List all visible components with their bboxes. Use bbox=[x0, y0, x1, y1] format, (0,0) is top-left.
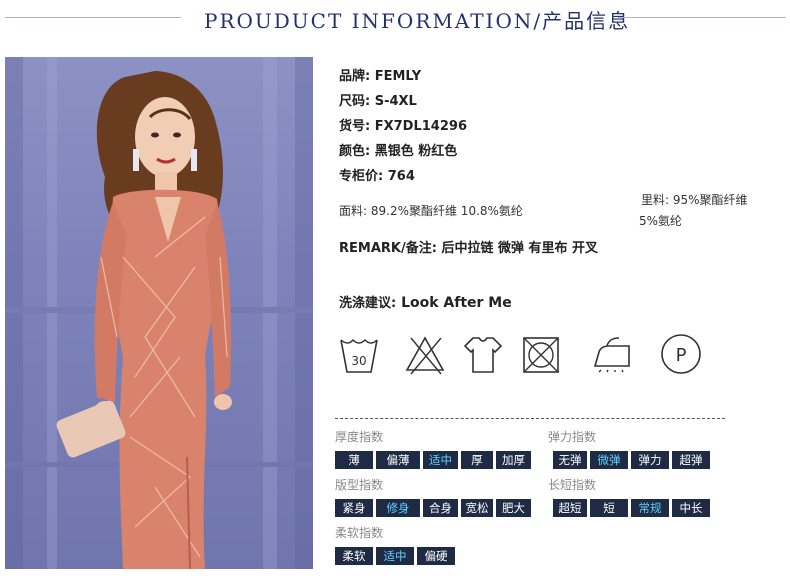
size-row: 尺码: S-4XL bbox=[339, 90, 417, 109]
remark-label: REMARK/备注: bbox=[339, 241, 437, 256]
fit-title: 版型指数 bbox=[335, 478, 384, 492]
index-chip: 宽松 bbox=[461, 499, 493, 517]
index-chip: 弹力 bbox=[631, 451, 669, 469]
price-value: 764 bbox=[387, 169, 415, 184]
index-chip: 短 bbox=[590, 499, 628, 517]
index-chip: 偏薄 bbox=[376, 451, 420, 469]
section-header: PROUDUCT INFORMATION/产品信息 bbox=[0, 0, 790, 38]
fabric-label: 面料: bbox=[339, 204, 368, 218]
wash-30-icon: 30 bbox=[340, 338, 378, 373]
no-dry-icon bbox=[523, 337, 559, 373]
index-chip: 微弹 bbox=[590, 451, 628, 469]
wash-value: Look After Me bbox=[401, 295, 512, 311]
index-chip: 中长 bbox=[672, 499, 710, 517]
header-rule-right bbox=[618, 17, 786, 18]
index-chip: 加厚 bbox=[496, 451, 531, 469]
index-chip: 常规 bbox=[631, 499, 669, 517]
fabric-value: 89.2%聚酯纤维 10.8%氨纶 bbox=[370, 204, 523, 218]
price-row: 专柜价: 764 bbox=[339, 165, 415, 184]
index-chip: 适中 bbox=[423, 451, 458, 469]
lining-row-2: 5%氨纶 bbox=[639, 212, 682, 229]
no-bleach-icon bbox=[405, 336, 445, 375]
index-chip: 无弹 bbox=[553, 451, 587, 469]
thickness-chips: 薄偏薄 适中厚加厚 bbox=[335, 451, 531, 469]
no-tumble-dry-icon bbox=[463, 337, 503, 373]
index-chip: 柔软 bbox=[335, 547, 373, 565]
professional-clean-p-icon: P bbox=[661, 334, 701, 374]
index-chip: 厚 bbox=[461, 451, 493, 469]
softness-title: 柔软指数 bbox=[335, 526, 384, 540]
index-chip: 偏硬 bbox=[417, 547, 455, 565]
index-chip: 超短 bbox=[553, 499, 587, 517]
index-chip: 合身 bbox=[423, 499, 458, 517]
wash-temp: 30 bbox=[351, 354, 366, 368]
fit-chips: 紧身 修身 合身 宽松 肥大 bbox=[335, 499, 531, 517]
index-chip: 适中 bbox=[376, 547, 414, 565]
section-title: PROUDUCT INFORMATION/产品信息 bbox=[204, 9, 631, 33]
sku-row: 货号: FX7DL14296 bbox=[339, 115, 467, 134]
brand-value: FEMLY bbox=[374, 69, 422, 84]
length-chips: 超短短常规 中长 bbox=[553, 499, 710, 517]
color-value: 黑银色 粉红色 bbox=[374, 144, 458, 159]
index-chip: 超弹 bbox=[672, 451, 710, 469]
sku-label: 货号: bbox=[339, 119, 371, 134]
wash-row: 洗涤建议: Look After Me bbox=[339, 292, 512, 311]
elasticity-title: 弹力指数 bbox=[548, 430, 597, 444]
softness-chips: 柔软 适中 偏硬 bbox=[335, 547, 455, 565]
index-chip: 薄 bbox=[335, 451, 373, 469]
index-chip: 修身 bbox=[376, 499, 420, 517]
size-value: S-4XL bbox=[374, 94, 417, 109]
index-chip: 肥大 bbox=[496, 499, 531, 517]
product-photo bbox=[5, 57, 313, 569]
remark-value: 后中拉链 微弹 有里布 开叉 bbox=[441, 241, 599, 256]
care-icons: 30 P bbox=[339, 332, 719, 380]
lining-value-2: 5%氨纶 bbox=[639, 214, 683, 228]
lining-value-1: 95%聚酯纤维 bbox=[672, 193, 748, 207]
brand-row: 品牌: FEMLY bbox=[339, 65, 421, 84]
wash-label: 洗涤建议: bbox=[339, 296, 397, 311]
color-row: 颜色: 黑银色 粉红色 bbox=[339, 140, 457, 159]
lining-label: 里料: bbox=[641, 193, 670, 207]
pro-clean-letter: P bbox=[676, 345, 687, 366]
brand-label: 品牌: bbox=[339, 69, 371, 84]
elasticity-chips: 无弹 微弹 弹力 超弹 bbox=[553, 451, 710, 469]
header-rule-left bbox=[5, 17, 181, 18]
model-illustration bbox=[5, 57, 313, 569]
remark-row: REMARK/备注: 后中拉链 微弹 有里布 开叉 bbox=[339, 237, 598, 256]
iron-low-icon bbox=[593, 337, 630, 373]
lining-row: 里料: 95%聚酯纤维 bbox=[641, 191, 748, 208]
sku-value: FX7DL14296 bbox=[374, 119, 467, 134]
fabric-row: 面料: 89.2%聚酯纤维 10.8%氨纶 bbox=[339, 202, 523, 219]
price-label: 专柜价: bbox=[339, 169, 384, 184]
thickness-title: 厚度指数 bbox=[335, 430, 384, 444]
length-title: 长短指数 bbox=[548, 478, 597, 492]
color-label: 颜色: bbox=[339, 144, 371, 159]
section-divider bbox=[335, 418, 725, 419]
index-chip: 紧身 bbox=[335, 499, 373, 517]
size-label: 尺码: bbox=[339, 94, 371, 109]
